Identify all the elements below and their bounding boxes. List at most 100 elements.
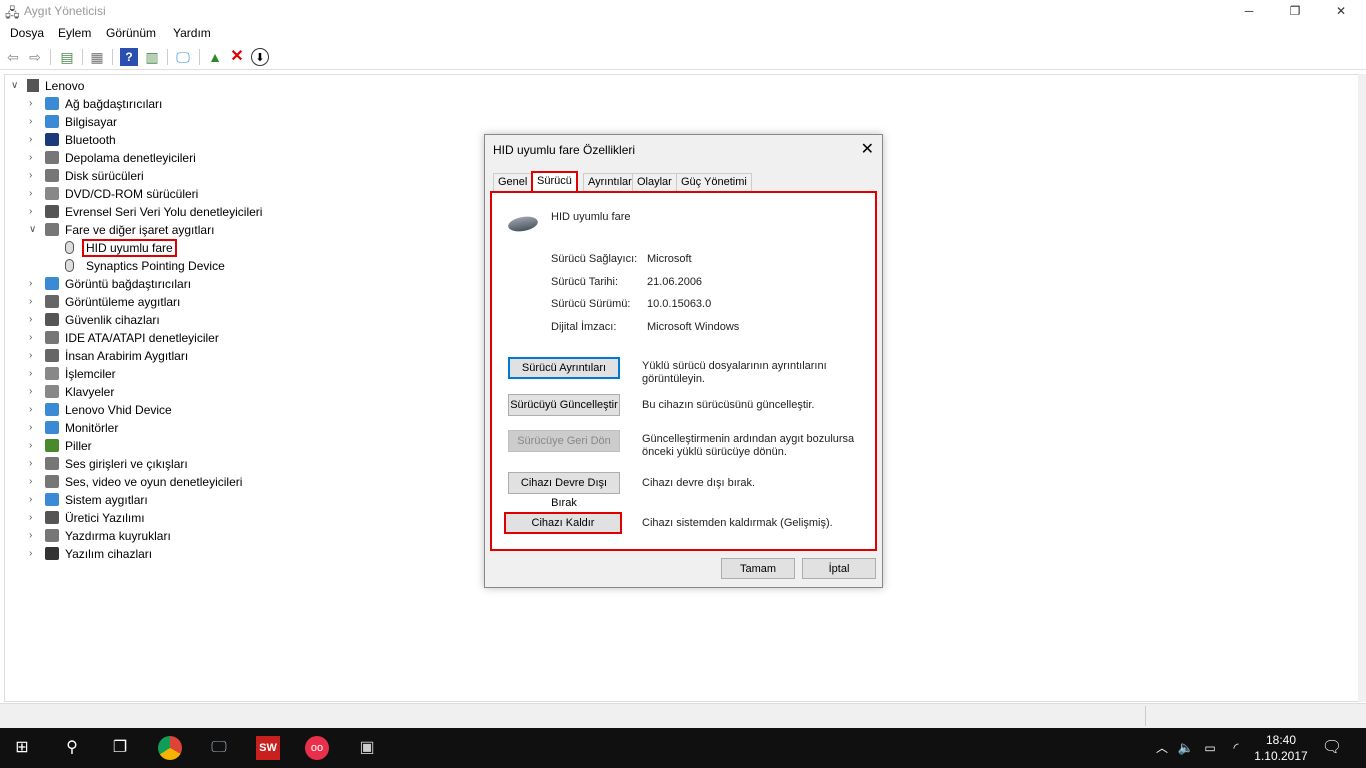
driver-details-button[interactable]: Sürücü Ayrıntıları bbox=[508, 357, 620, 379]
tab-olaylar[interactable]: Olaylar bbox=[632, 173, 677, 191]
action-description: Yüklü sürücü dosyalarının ayrıntılarını … bbox=[642, 360, 827, 385]
chevron-down-icon[interactable]: ∨ bbox=[29, 221, 39, 239]
chevron-right-icon[interactable]: › bbox=[29, 491, 39, 509]
tree-item[interactable]: › Yazdırma kuyrukları bbox=[5, 527, 325, 545]
chevron-right-icon[interactable]: › bbox=[29, 527, 39, 545]
tree-child-item[interactable]: Synaptics Pointing Device bbox=[5, 257, 325, 275]
close-button[interactable]: ✕ bbox=[1318, 0, 1364, 22]
tree-item-label: Ses, video ve oyun denetleyicileri bbox=[65, 475, 243, 489]
dialog-close-icon[interactable]: ✕ bbox=[861, 139, 874, 159]
ok-button[interactable]: Tamam bbox=[721, 558, 795, 579]
menu-gorunum[interactable]: Görünüm bbox=[106, 26, 156, 40]
chevron-right-icon[interactable]: › bbox=[29, 545, 39, 563]
tree-item[interactable]: › Ağ bağdaştırıcıları bbox=[5, 95, 325, 113]
show-hide-console-tree-icon[interactable]: ▤ bbox=[58, 48, 76, 66]
tree-item[interactable]: › Bluetooth bbox=[5, 131, 325, 149]
tree-item[interactable]: › Evrensel Seri Veri Yolu denetleyicileri bbox=[5, 203, 325, 221]
wifi-icon[interactable]: ◜ bbox=[1224, 736, 1248, 760]
storage-controller-icon bbox=[45, 151, 59, 164]
tab-surucu[interactable]: Sürücü bbox=[531, 171, 578, 192]
chevron-right-icon[interactable]: › bbox=[29, 203, 39, 221]
chevron-right-icon[interactable]: › bbox=[29, 293, 39, 311]
chevron-right-icon[interactable]: › bbox=[29, 455, 39, 473]
scan-hardware-icon[interactable]: 🖵 bbox=[174, 48, 192, 66]
app-icon[interactable]: oo bbox=[305, 736, 329, 760]
chevron-right-icon[interactable]: › bbox=[29, 185, 39, 203]
chevron-right-icon[interactable]: › bbox=[29, 113, 39, 131]
chevron-right-icon[interactable]: › bbox=[29, 149, 39, 167]
chevron-right-icon[interactable]: › bbox=[29, 131, 39, 149]
minimize-button[interactable]: ─ bbox=[1226, 0, 1272, 22]
show-action-pane-icon[interactable]: ▥ bbox=[143, 48, 161, 66]
chevron-right-icon[interactable]: › bbox=[29, 437, 39, 455]
tree-item[interactable]: › IDE ATA/ATAPI denetleyiciler bbox=[5, 329, 325, 347]
clock-date[interactable]: 1.10.2017 bbox=[1252, 749, 1310, 763]
tab-genel[interactable]: Genel bbox=[493, 173, 533, 191]
clock-time[interactable]: 18:40 bbox=[1256, 733, 1306, 747]
uninstall-device-button[interactable]: Cihazı Kaldır bbox=[504, 512, 622, 534]
tree-root[interactable]: ∨ Lenovo bbox=[5, 77, 305, 95]
disable-device-button[interactable]: Cihazı Devre Dışı Bırak bbox=[508, 472, 620, 509]
chevron-right-icon[interactable]: › bbox=[29, 365, 39, 383]
tree-item[interactable]: › Görüntüleme aygıtları bbox=[5, 293, 325, 311]
tree-item[interactable]: › Piller bbox=[5, 437, 325, 455]
tree-item[interactable]: ∨ Fare ve diğer işaret aygıtları bbox=[5, 221, 325, 239]
chevron-right-icon[interactable]: › bbox=[29, 509, 39, 527]
chevron-right-icon[interactable]: › bbox=[29, 473, 39, 491]
chevron-right-icon[interactable]: › bbox=[29, 347, 39, 365]
scrollbar[interactable] bbox=[1358, 74, 1366, 702]
tree-item[interactable]: › Lenovo Vhid Device bbox=[5, 401, 325, 419]
device-manager-taskbar-icon[interactable]: 🖵 bbox=[207, 736, 231, 760]
tree-item[interactable]: › Ses girişleri ve çıkışları bbox=[5, 455, 325, 473]
tab-ayrintilar[interactable]: Ayrıntılar bbox=[583, 173, 637, 191]
chevron-right-icon[interactable]: › bbox=[29, 167, 39, 185]
chevron-right-icon[interactable]: › bbox=[29, 401, 39, 419]
tree-item[interactable]: › Güvenlik cihazları bbox=[5, 311, 325, 329]
tree-item[interactable]: › Bilgisayar bbox=[5, 113, 325, 131]
show-hidden-icons[interactable]: ︿ bbox=[1150, 736, 1174, 760]
back-icon[interactable]: ⇦ bbox=[4, 48, 22, 66]
tree-item[interactable]: › Disk sürücüleri bbox=[5, 167, 325, 185]
tree-item[interactable]: › Yazılım cihazları bbox=[5, 545, 325, 563]
forward-icon[interactable]: ⇨ bbox=[26, 48, 44, 66]
chevron-right-icon[interactable]: › bbox=[29, 311, 39, 329]
chevron-right-icon[interactable]: › bbox=[29, 275, 39, 293]
action-center-icon[interactable]: 🗨 bbox=[1320, 736, 1344, 760]
battery-icon[interactable]: ▭ bbox=[1198, 736, 1222, 760]
download-icon[interactable]: ⬇ bbox=[251, 48, 269, 66]
tree-item[interactable]: › Üretici Yazılımı bbox=[5, 509, 325, 527]
chevron-right-icon[interactable]: › bbox=[29, 383, 39, 401]
tree-child-item[interactable]: HID uyumlu fare bbox=[5, 239, 325, 257]
help-icon[interactable]: ? bbox=[120, 48, 138, 66]
chevron-down-icon[interactable]: ∨ bbox=[11, 77, 21, 95]
start-icon[interactable]: ⊞ bbox=[10, 736, 34, 760]
maximize-button[interactable]: ❐ bbox=[1272, 0, 1318, 22]
search-icon[interactable]: ⚲ bbox=[60, 736, 84, 760]
update-driver-icon[interactable]: ▲ bbox=[206, 48, 224, 66]
chevron-right-icon[interactable]: › bbox=[29, 419, 39, 437]
tab-guc-yonetimi[interactable]: Güç Yönetimi bbox=[676, 173, 752, 191]
chevron-right-icon[interactable]: › bbox=[29, 95, 39, 113]
tree-item[interactable]: › Ses, video ve oyun denetleyicileri bbox=[5, 473, 325, 491]
tree-item[interactable]: › Sistem aygıtları bbox=[5, 491, 325, 509]
menu-dosya[interactable]: Dosya bbox=[10, 26, 44, 40]
menu-eylem[interactable]: Eylem bbox=[58, 26, 91, 40]
uninstall-icon[interactable]: ✕ bbox=[228, 48, 246, 66]
task-view-icon[interactable]: ❐ bbox=[108, 736, 132, 760]
properties-icon[interactable]: ▦ bbox=[88, 48, 106, 66]
tree-item[interactable]: › İnsan Arabirim Aygıtları bbox=[5, 347, 325, 365]
tree-item[interactable]: › Görüntü bağdaştırıcıları bbox=[5, 275, 325, 293]
cancel-button[interactable]: İptal bbox=[802, 558, 876, 579]
menu-yardim[interactable]: Yardım bbox=[173, 26, 211, 40]
network-app-icon[interactable]: ▣ bbox=[355, 736, 379, 760]
tree-item[interactable]: › Depolama denetleyicileri bbox=[5, 149, 325, 167]
update-driver-button[interactable]: Sürücüyü Güncelleştir bbox=[508, 394, 620, 416]
tree-item[interactable]: › DVD/CD-ROM sürücüleri bbox=[5, 185, 325, 203]
tree-item[interactable]: › Monitörler bbox=[5, 419, 325, 437]
solidworks-icon[interactable]: SW bbox=[256, 736, 280, 760]
tree-item[interactable]: › Klavyeler bbox=[5, 383, 325, 401]
tree-item[interactable]: › İşlemciler bbox=[5, 365, 325, 383]
chevron-right-icon[interactable]: › bbox=[29, 329, 39, 347]
volume-icon[interactable]: 🔈 bbox=[1174, 736, 1198, 760]
chrome-icon[interactable] bbox=[158, 736, 182, 760]
